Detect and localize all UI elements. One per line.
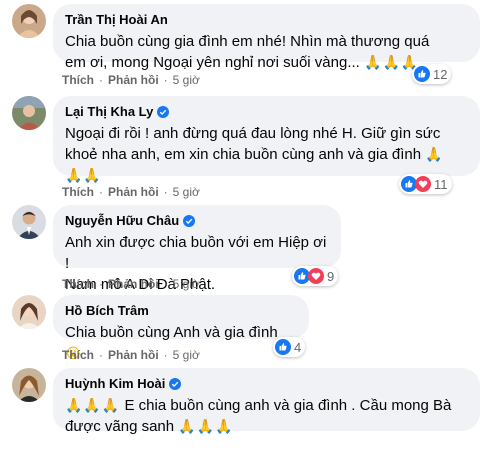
comment-bubble: Trần Thị Hoài An Chia buồn cùng gia đình… [53, 4, 480, 71]
comment-author[interactable]: Huỳnh Kim Hoài [65, 376, 468, 392]
reply-action[interactable]: Phản hồi [108, 72, 159, 88]
verified-badge-icon [169, 378, 182, 390]
like-action[interactable]: Thích [62, 347, 94, 363]
comment-bubble: Nguyễn Hữu Châu Anh xin được chia buồn v… [53, 205, 341, 293]
comment-author[interactable]: Trần Thị Hoài An [65, 12, 468, 28]
comment-actions: Thích · Phản hồi · 5 giờ [62, 276, 200, 292]
love-icon [308, 268, 324, 284]
like-action[interactable]: Thích [62, 184, 94, 200]
comment-text: 🙏🙏🙏 E chia buồn cùng anh và gia đình . C… [65, 397, 452, 435]
comment-author[interactable]: Lại Thị Kha Ly [65, 104, 468, 120]
avatar[interactable] [12, 368, 46, 402]
comment-actions: Thích · Phản hồi · 5 giờ [62, 347, 200, 363]
comment-bubble: Huỳnh Kim Hoài 🙏🙏🙏 E chia buồn cùng anh … [53, 368, 480, 435]
comment-text: Chia buồn cùng gia đình em nhé! Nhìn mà … [65, 33, 430, 71]
comment-actions: Thích · Phản hồi · 5 giờ [62, 184, 200, 200]
comment-time[interactable]: 5 giờ [173, 276, 200, 292]
avatar[interactable] [12, 4, 46, 38]
comment-time[interactable]: 5 giờ [173, 72, 200, 88]
like-action[interactable]: Thích [62, 276, 94, 292]
reaction-summary[interactable]: 9 [292, 266, 339, 286]
reply-action[interactable]: Phản hồi [108, 276, 159, 292]
pray-emoji: 🙏🙏🙏 [65, 397, 121, 413]
comment-actions: Thích · Phản hồi · 5 giờ [62, 72, 200, 88]
reaction-count: 11 [434, 176, 448, 192]
reply-action[interactable]: Phản hồi [108, 347, 159, 363]
comment-bubble: Hồ Bích Trâm Chia buồn cùng Anh và gia đ… [53, 295, 309, 361]
like-icon [414, 66, 430, 82]
reaction-summary[interactable]: 4 [273, 337, 306, 357]
reaction-count: 4 [294, 339, 302, 355]
reaction-summary[interactable]: 12 [412, 64, 452, 84]
reply-action[interactable]: Phản hồi [108, 184, 159, 200]
reaction-count: 9 [327, 268, 335, 284]
comment-time[interactable]: 5 giờ [173, 347, 200, 363]
verified-badge-icon [157, 106, 170, 118]
reaction-count: 12 [433, 66, 448, 82]
avatar[interactable] [12, 205, 46, 239]
pray-emoji: 🙏🙏🙏 [178, 418, 234, 434]
avatar[interactable] [12, 295, 46, 329]
reaction-summary[interactable]: 11 [399, 174, 452, 194]
love-icon [415, 176, 431, 192]
like-icon [275, 339, 291, 355]
pray-emoji: 🙏🙏 [65, 167, 102, 183]
comment-author[interactable]: Nguyễn Hữu Châu [65, 213, 329, 229]
verified-badge-icon [183, 215, 196, 227]
pray-emoji: 🙏🙏🙏 [364, 54, 420, 70]
pray-emoji: 🙏 [425, 146, 444, 162]
like-action[interactable]: Thích [62, 72, 94, 88]
comment-bubble: Lại Thị Kha Ly Ngoại đi rồi ! anh đừng q… [53, 96, 480, 183]
avatar[interactable] [12, 96, 46, 130]
comment-time[interactable]: 5 giờ [173, 184, 200, 200]
comment-author[interactable]: Hồ Bích Trâm [65, 303, 297, 319]
